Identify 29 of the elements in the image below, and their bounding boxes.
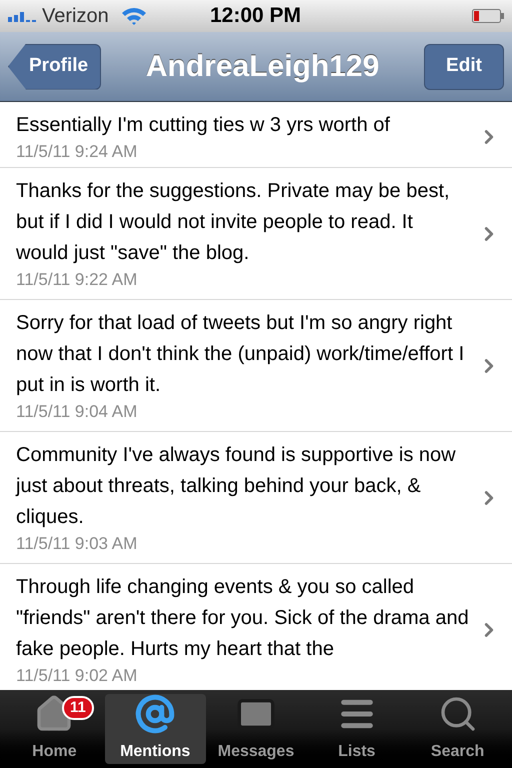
tab-button[interactable]: Search	[407, 694, 508, 764]
tab-button[interactable]: Mentions	[104, 694, 206, 764]
battery-icon	[472, 9, 504, 23]
tweet-text: Essentially I'm cutting ties w 3 yrs worth of	[16, 113, 391, 138]
tweet-date: 11/5/11 9:03 AM	[16, 533, 138, 555]
carrier-name: Verizon	[42, 4, 109, 29]
wifi-icon	[120, 6, 147, 26]
tab-button[interactable]: Home 11	[4, 694, 105, 764]
tab-button[interactable]: Messages	[206, 694, 306, 764]
nav-title: AndreaLeigh129	[144, 49, 380, 85]
clock: 12:00 PM	[210, 3, 302, 30]
tweet-row[interactable]: Essentially I'm cutting ties w 3 yrs worth of 11/5/11 9:24 AM	[0, 102, 512, 168]
signal-icon	[8, 10, 38, 22]
tweet-date: 11/5/11 9:24 AM	[16, 141, 138, 163]
tweet-date: 11/5/11 9:04 AM	[16, 401, 138, 423]
notification-badge: 11	[62, 696, 94, 720]
tweet-row[interactable]: Thanks for the suggestions. Private may be best, but if I did I would not invite people to read. It would just "save" the blog. 11/5/11 9:22 AM	[0, 168, 512, 300]
tweet-date: 11/5/11 9:02 AM	[16, 665, 138, 687]
tab-button[interactable]: Lists	[306, 694, 408, 764]
back-button[interactable]: Profile	[8, 44, 102, 90]
at-sign-icon	[135, 694, 176, 734]
tweet-text: Through life changing events & you so called "friends" aren't there for you. Sick of the drama and fake people. Hurts my heart that the	[16, 575, 470, 662]
tweet-text: Community I've always found is supportive is now just about threats, talking behind your back, & cliques.	[16, 443, 457, 530]
tweet-row[interactable]: Community I've always found is supportive is now just about threats, talking behind your back, & cliques. 11/5/11 9:03 AM	[0, 432, 512, 564]
tweet-text: Sorry for that load of tweets but I'm so angry right now that I don't think the (unpaid) work/time/effort I put in is worth it.	[16, 311, 466, 398]
tweet-row[interactable]: Sorry for that load of tweets but I'm so angry right now that I don't think the (unpaid) work/time/effort I put in is worth it. 11/5/11 9:04 AM	[0, 300, 512, 432]
tweet-date: 11/5/11 9:22 AM	[16, 269, 138, 291]
edit-button[interactable]: Edit	[424, 44, 504, 90]
tweet-text: Thanks for the suggestions. Private may be best, but if I did I would not invite people to read. It would just "save" the blog.	[16, 179, 451, 266]
